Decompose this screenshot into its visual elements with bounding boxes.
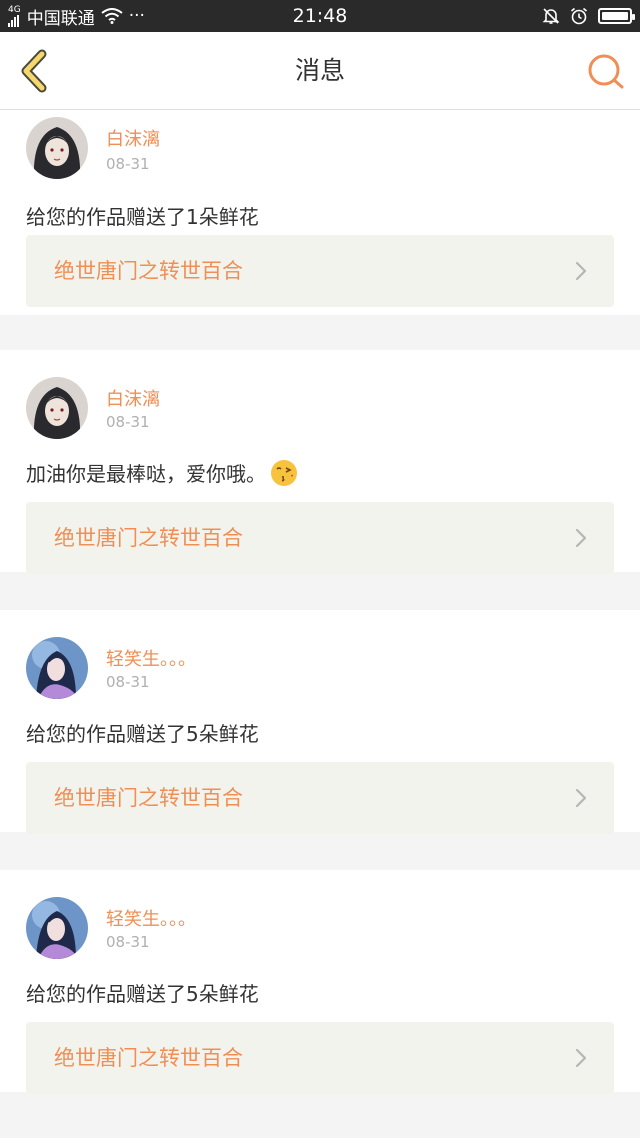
chevron-right-icon [575, 528, 587, 548]
message-body: 加油你是最棒哒，爱你哦。 [26, 462, 266, 486]
avatar[interactable] [26, 897, 88, 959]
work-link[interactable]: 绝世唐门之转世百合 [26, 1022, 614, 1094]
avatar[interactable] [26, 117, 88, 179]
kiss-emoji-icon [271, 459, 297, 486]
user-name[interactable]: 白沫漓 [106, 125, 160, 151]
avatar-image [26, 637, 88, 699]
work-title: 绝世唐门之转世百合 [54, 1046, 243, 1070]
message-text: 给您的作品赠送了5朵鲜花 [26, 978, 259, 1007]
message-card: 轻笑生。。。 08-31 给您的作品赠送了5朵鲜花 绝世唐门之转世百合 [0, 610, 640, 834]
message-text: 加油你是最棒哒，爱你哦。 [26, 458, 298, 487]
chevron-right-icon [575, 788, 587, 808]
message-text: 给您的作品赠送了1朵鲜花 [26, 201, 259, 230]
avatar-image [26, 897, 88, 959]
work-link[interactable]: 绝世唐门之转世百合 [26, 502, 614, 574]
message-card: 白沫漓 08-31 加油你是最棒哒，爱你哦。 绝世唐门之转世百合 [0, 350, 640, 574]
work-title: 绝世唐门之转世百合 [54, 526, 243, 550]
page-title: 消息 [294, 56, 345, 85]
search-icon[interactable] [586, 52, 626, 92]
status-right [542, 0, 635, 32]
work-link[interactable]: 绝世唐门之转世百合 [26, 235, 614, 307]
work-link[interactable]: 绝世唐门之转世百合 [26, 762, 614, 834]
message-date: 08-31 [106, 155, 150, 173]
message-body: 给您的作品赠送了5朵鲜花 [26, 722, 259, 746]
message-text: 给您的作品赠送了5朵鲜花 [26, 718, 259, 747]
bell-muted-icon [542, 8, 560, 24]
message-body: 给您的作品赠送了1朵鲜花 [26, 205, 259, 229]
status-bar: 4G 中国联通 ··· 21:48 [0, 0, 640, 32]
avatar-image [26, 377, 88, 439]
user-name[interactable]: 轻笑生。。。 [106, 645, 196, 671]
message-list[interactable]: 白沫漓 08-31 给您的作品赠送了1朵鲜花 绝世唐门之转世百合 白沫漓 08-… [0, 110, 640, 1138]
nav-header: 消息 [0, 32, 640, 110]
alarm-icon [570, 7, 588, 25]
battery-icon [598, 8, 635, 24]
message-date: 08-31 [106, 413, 150, 431]
avatar[interactable] [26, 637, 88, 699]
work-title: 绝世唐门之转世百合 [54, 259, 243, 283]
avatar[interactable] [26, 377, 88, 439]
chevron-right-icon [575, 261, 587, 281]
message-date: 08-31 [106, 933, 150, 951]
message-date: 08-31 [106, 673, 150, 691]
user-name[interactable]: 白沫漓 [106, 385, 160, 411]
chevron-right-icon [575, 1048, 587, 1068]
message-card: 白沫漓 08-31 给您的作品赠送了1朵鲜花 绝世唐门之转世百合 [0, 110, 640, 315]
message-body: 给您的作品赠送了5朵鲜花 [26, 982, 259, 1006]
user-name[interactable]: 轻笑生。。。 [106, 905, 196, 931]
work-title: 绝世唐门之转世百合 [54, 786, 243, 810]
battery-fill [602, 12, 628, 20]
message-card: 轻笑生。。。 08-31 给您的作品赠送了5朵鲜花 绝世唐门之转世百合 [0, 870, 640, 1094]
avatar-image [26, 117, 88, 179]
